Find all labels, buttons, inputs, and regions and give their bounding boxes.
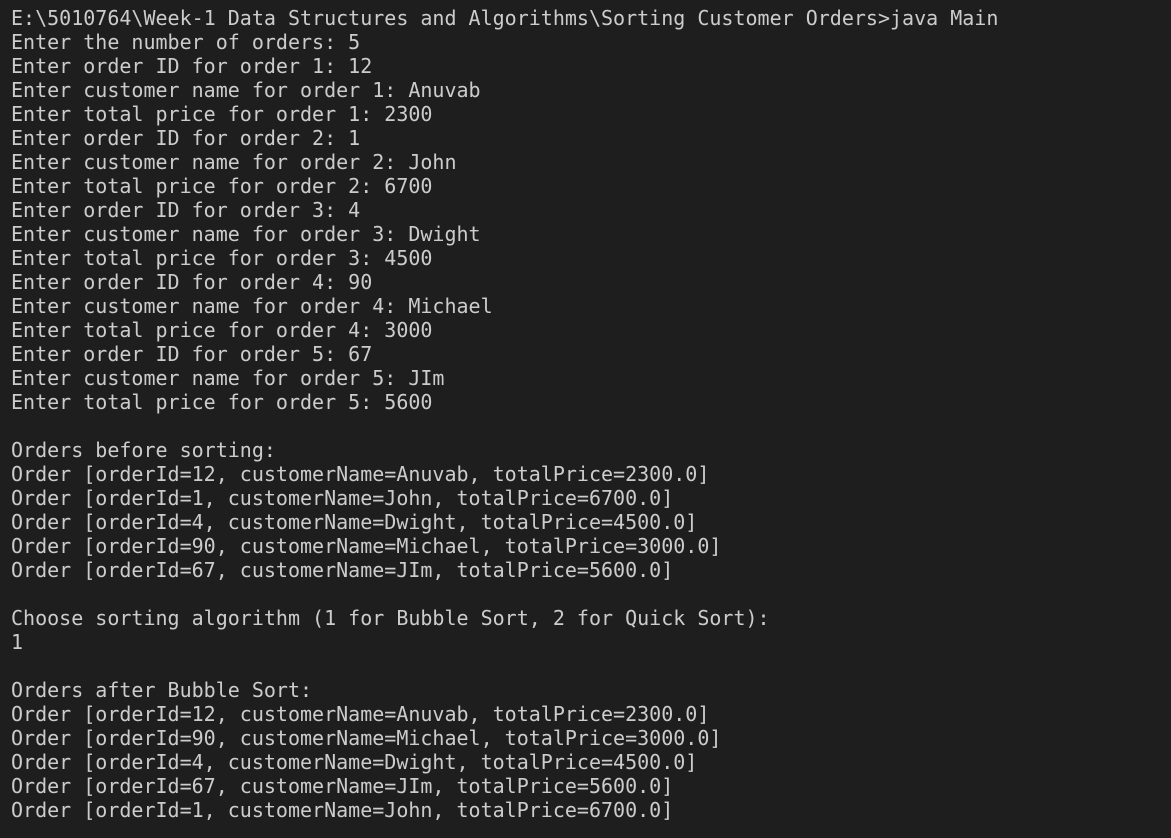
terminal-line: Enter order ID for order 1: 12 — [11, 54, 373, 78]
terminal-line: Order [orderId=90, customerName=Michael,… — [11, 726, 722, 750]
terminal-line: Enter customer name for order 2: John — [11, 150, 457, 174]
terminal-line: Enter order ID for order 4: 90 — [11, 270, 373, 294]
terminal-line: Order [orderId=4, customerName=Dwight, t… — [11, 750, 698, 774]
terminal-line: Order [orderId=4, customerName=Dwight, t… — [11, 510, 698, 534]
terminal-line: Enter total price for order 1: 2300 — [11, 102, 433, 126]
terminal-line: Order [orderId=67, customerName=JIm, tot… — [11, 558, 674, 582]
terminal-line: 1 — [11, 630, 24, 654]
terminal-line: Orders before sorting: — [11, 438, 276, 462]
terminal-line: Enter the number of orders: 5 — [11, 30, 361, 54]
terminal-line: Order [orderId=12, customerName=Anuvab, … — [11, 702, 710, 726]
terminal-line: Choose sorting algorithm (1 for Bubble S… — [11, 606, 770, 630]
terminal-line: Enter customer name for order 5: JIm — [11, 366, 445, 390]
terminal-line: Order [orderId=1, customerName=John, tot… — [11, 798, 674, 822]
terminal-window[interactable]: E:\5010764\Week-1 Data Structures and Al… — [0, 0, 1171, 838]
terminal-line: Enter customer name for order 3: Dwight — [11, 222, 481, 246]
terminal-line: Enter order ID for order 5: 67 — [11, 342, 373, 366]
terminal-line: Enter order ID for order 3: 4 — [11, 198, 361, 222]
terminal-line: E:\5010764\Week-1 Data Structures and Al… — [11, 6, 999, 30]
terminal-line: Order [orderId=67, customerName=JIm, tot… — [11, 774, 674, 798]
terminal-line: Enter customer name for order 4: Michael — [11, 294, 493, 318]
terminal-line: Enter total price for order 2: 6700 — [11, 174, 433, 198]
terminal-line: Enter customer name for order 1: Anuvab — [11, 78, 481, 102]
terminal-line: Order [orderId=12, customerName=Anuvab, … — [11, 462, 710, 486]
terminal-line: Enter order ID for order 2: 1 — [11, 126, 361, 150]
terminal-line: Enter total price for order 4: 3000 — [11, 318, 433, 342]
terminal-line: Enter total price for order 3: 4500 — [11, 246, 433, 270]
terminal-line: Orders after Bubble Sort: — [11, 678, 313, 702]
terminal-line: Enter total price for order 5: 5600 — [11, 390, 433, 414]
terminal-line: Order [orderId=90, customerName=Michael,… — [11, 534, 722, 558]
terminal-output: E:\5010764\Week-1 Data Structures and Al… — [11, 6, 1171, 822]
terminal-line: Order [orderId=1, customerName=John, tot… — [11, 486, 674, 510]
